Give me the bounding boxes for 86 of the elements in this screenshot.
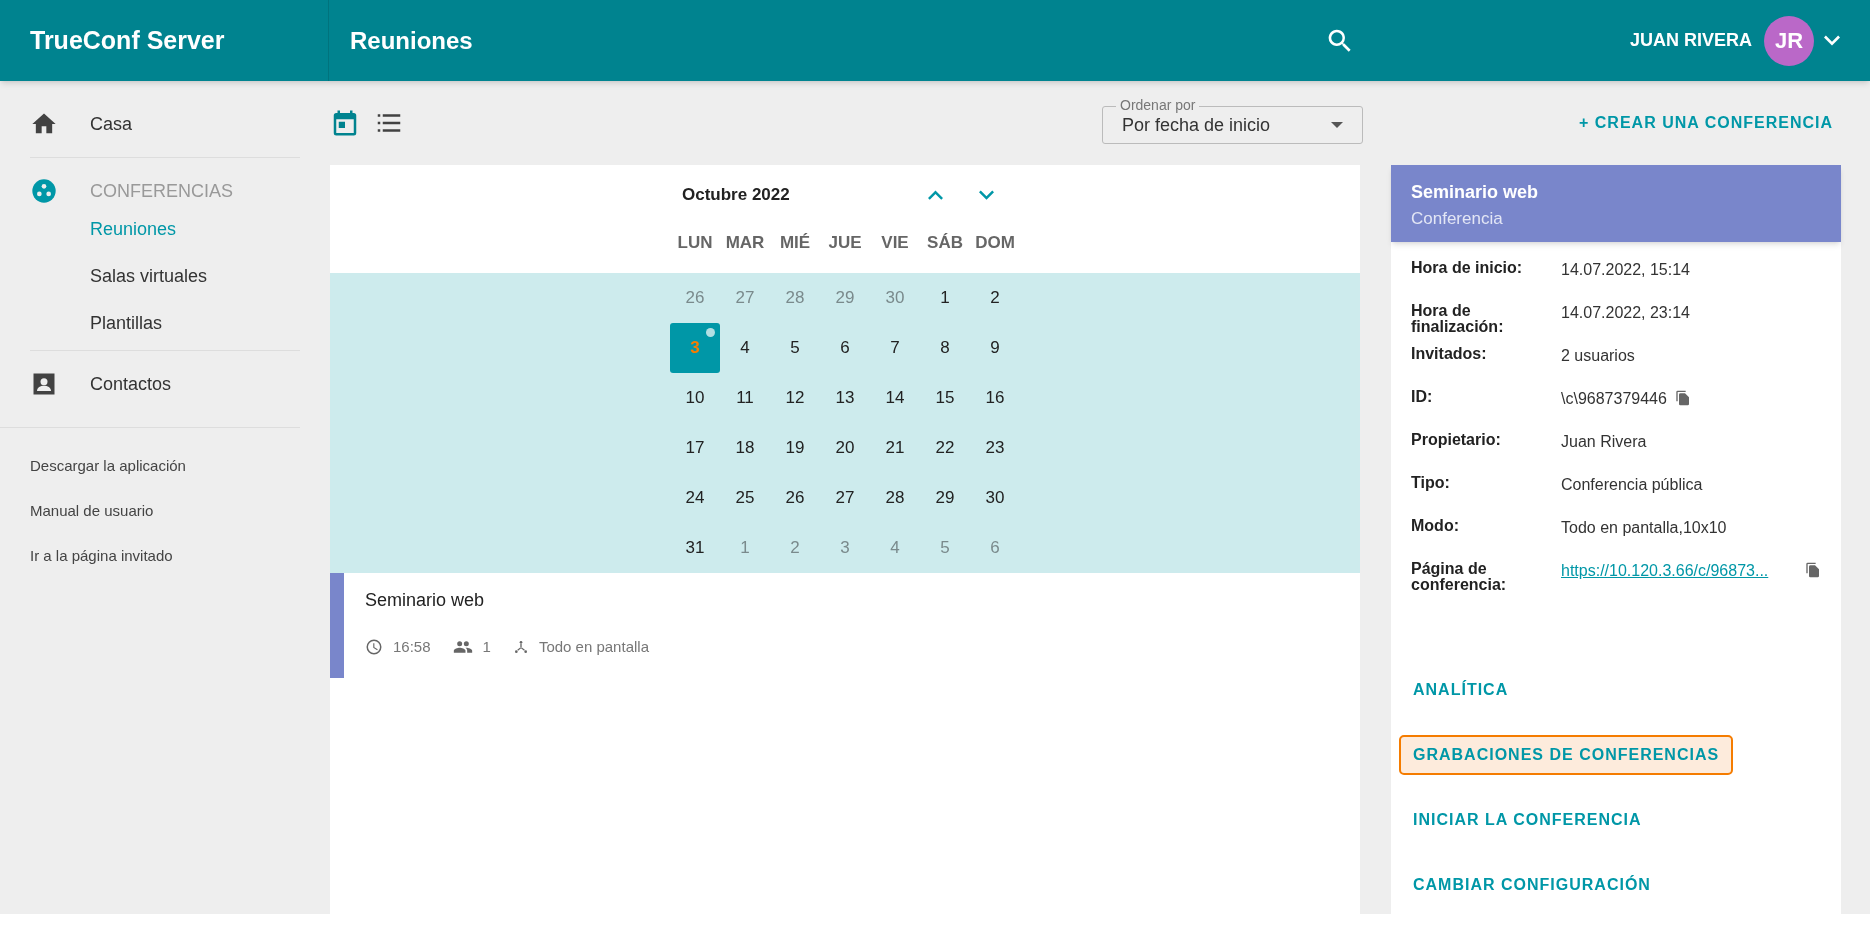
calendar-day[interactable]: 10 xyxy=(670,373,720,423)
calendar-day[interactable]: 24 xyxy=(670,473,720,523)
calendar-day[interactable]: 15 xyxy=(920,373,970,423)
calendar-day[interactable]: 19 xyxy=(770,423,820,473)
nav-item[interactable]: Salas virtuales xyxy=(90,253,300,300)
sidebar-link[interactable]: Ir a la página invitado xyxy=(0,534,300,579)
nav-item[interactable]: Plantillas xyxy=(90,300,300,347)
field-label: Hora de finalización: xyxy=(1411,301,1505,336)
calendar-day[interactable]: 22 xyxy=(920,423,970,473)
calendar-day[interactable]: 9 xyxy=(970,323,1020,373)
layout-icon xyxy=(512,639,529,656)
caret-icon xyxy=(1331,122,1343,128)
field-label: Modo: xyxy=(1411,516,1460,536)
sidebar-link[interactable]: Descargar la aplicación xyxy=(0,444,300,489)
group-icon xyxy=(30,177,58,205)
field-label: Propietario: xyxy=(1411,430,1502,450)
weekday-label: SÁB xyxy=(927,232,963,255)
calendar-day[interactable]: 18 xyxy=(720,423,770,473)
calendar-day[interactable]: 4 xyxy=(720,323,770,373)
calendar-day[interactable]: 5 xyxy=(770,323,820,373)
calendar-day[interactable]: 6 xyxy=(820,323,870,373)
calendar-day[interactable]: 29 xyxy=(920,473,970,523)
chevron-down-icon[interactable] xyxy=(979,190,994,200)
user-name[interactable]: JUAN RIVERA xyxy=(1629,27,1752,54)
calendar-day[interactable]: 28 xyxy=(870,473,920,523)
nav-section-label: CONFERENCIAS xyxy=(90,179,233,203)
calendar-day[interactable]: 17 xyxy=(670,423,720,473)
weekday-label: VIE xyxy=(881,232,909,255)
calendar-day[interactable]: 30 xyxy=(970,473,1020,523)
copy-button[interactable] xyxy=(1805,562,1821,578)
app-title: TrueConf Server xyxy=(30,24,225,56)
field-value: Conferencia pública xyxy=(1561,475,1703,495)
field-label: Página de conferencia: xyxy=(1411,559,1508,594)
weekday-label: JUE xyxy=(828,232,862,255)
page-title: Reuniones xyxy=(350,25,473,56)
weekday-label: MIÉ xyxy=(779,232,811,255)
conference-link[interactable]: https://10.120.3.66/c/96873... xyxy=(1561,557,1769,583)
calendar-day[interactable]: 23 xyxy=(970,423,1020,473)
field-value: 2 usuarios xyxy=(1561,346,1635,366)
field-value: Juan Rivera xyxy=(1561,432,1647,452)
event-time: 16:58 xyxy=(393,637,431,657)
field-value: Todo en pantalla,10x10 xyxy=(1561,518,1727,538)
calendar-day[interactable]: 13 xyxy=(820,373,870,423)
month-title: Octubre 2022 xyxy=(682,184,791,207)
calendar-day[interactable]: 16 xyxy=(970,373,1020,423)
calendar-day[interactable]: 20 xyxy=(820,423,870,473)
participant-count: 1 xyxy=(482,637,491,657)
weekday-label: MAR xyxy=(725,232,765,255)
field-label: Tipo: xyxy=(1411,473,1451,493)
calendar-day[interactable]: 14 xyxy=(870,373,920,423)
calendar-day[interactable]: 2 xyxy=(970,273,1020,323)
user-avatar[interactable]: JR xyxy=(1764,15,1814,66)
chevron-up-icon[interactable] xyxy=(928,190,943,200)
event-mode: Todo en pantalla xyxy=(538,637,649,657)
event-card[interactable]: Seminario web 16:58 1 Todo en pantalla xyxy=(330,573,1360,678)
field-label: Hora de inicio: xyxy=(1411,258,1524,278)
field-value: 14.07.2022, 23:14 xyxy=(1561,303,1690,323)
copy-button[interactable] xyxy=(1674,390,1691,406)
calendar-day[interactable]: 25 xyxy=(720,473,770,523)
field-label: Ordenar por xyxy=(1116,98,1200,112)
calendar-day[interactable]: 26 xyxy=(770,473,820,523)
field-label: ID: xyxy=(1411,387,1434,407)
field-label: Invitados: xyxy=(1411,344,1488,364)
calendar-day[interactable]: 12 xyxy=(770,373,820,423)
calendar-day[interactable]: 31 xyxy=(670,523,720,573)
nav-item[interactable]: Casa xyxy=(90,110,133,138)
calendar-day[interactable]: 21 xyxy=(870,423,920,473)
calendar-day[interactable]: 27 xyxy=(820,473,870,523)
chevron-down-icon[interactable] xyxy=(1824,35,1840,46)
field-value: \c\9687379446 xyxy=(1561,389,1667,409)
sidebar-link[interactable]: Manual de usuario xyxy=(0,489,300,534)
nav-item[interactable]: Contactos xyxy=(90,370,172,398)
calendar-day[interactable]: 7 xyxy=(870,323,920,373)
action-link[interactable]: INICIAR LA CONFERENCIA xyxy=(1399,800,1656,840)
weekday-label: LUN xyxy=(677,232,713,255)
details-title: Seminario web xyxy=(1411,181,1540,204)
calendar-day[interactable]: 11 xyxy=(720,373,770,423)
action-link[interactable]: ANALÍTICA xyxy=(1399,670,1523,710)
event-title: Seminario web xyxy=(365,589,486,612)
weekday-label: DOM xyxy=(975,232,1015,255)
calendar-day[interactable]: 1 xyxy=(920,273,970,323)
field-value: 14.07.2022, 15:14 xyxy=(1561,260,1690,280)
clock-icon xyxy=(365,638,383,657)
action-link[interactable]: CAMBIAR CONFIGURACIÓN xyxy=(1399,865,1665,905)
calendar-day[interactable]: 8 xyxy=(920,323,970,373)
details-subtitle: Conferencia xyxy=(1411,208,1504,230)
